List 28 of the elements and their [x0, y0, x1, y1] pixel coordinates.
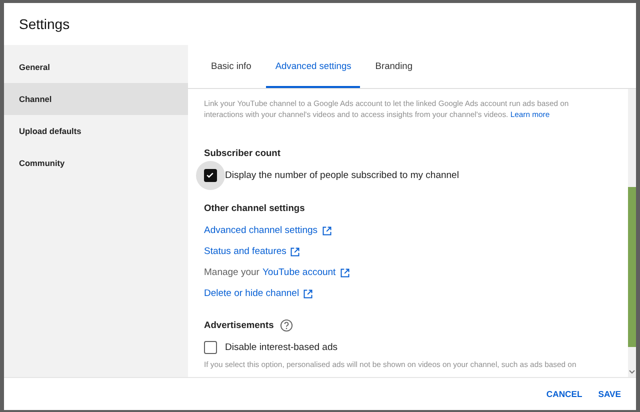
external-link-icon — [322, 226, 332, 236]
dialog-title: Settings — [19, 16, 70, 32]
link[interactable]: Delete or hide channel — [204, 288, 314, 299]
checkbox-label: Disable interest-based ads — [225, 342, 338, 352]
tab[interactable]: Branding — [366, 45, 422, 88]
footer-button[interactable]: CANCEL — [539, 383, 590, 405]
checkbox-label: Display the number of people subscribed to my channel — [225, 170, 459, 180]
help-icon[interactable] — [280, 318, 293, 332]
scrollbar[interactable] — [628, 89, 636, 377]
link[interactable]: Status and features — [204, 246, 300, 257]
sidebar-item[interactable]: Community — [4, 147, 188, 179]
external-link-icon — [340, 268, 350, 278]
checkbox[interactable] — [196, 160, 225, 190]
section-heading: Other channel settings — [204, 203, 305, 213]
sidebar-item[interactable]: General — [4, 51, 188, 83]
external-link-icon — [303, 288, 314, 298]
sidebar-item[interactable]: Channel — [4, 83, 188, 115]
section-heading: Advertisements — [204, 320, 274, 330]
sidebar-item[interactable]: Upload defaults — [4, 115, 188, 147]
external-link-icon — [290, 246, 300, 256]
tab[interactable]: Basic info — [202, 45, 260, 88]
tab[interactable]: Advanced settings — [266, 45, 360, 88]
footer-button[interactable]: SAVE — [591, 383, 628, 405]
link-prefix-text: Manage your — [204, 267, 260, 278]
section-heading: Subscriber count — [204, 148, 280, 158]
link[interactable]: YouTube account — [262, 267, 350, 278]
link[interactable]: Advanced channel settings — [204, 225, 332, 236]
checkbox[interactable] — [204, 340, 217, 354]
